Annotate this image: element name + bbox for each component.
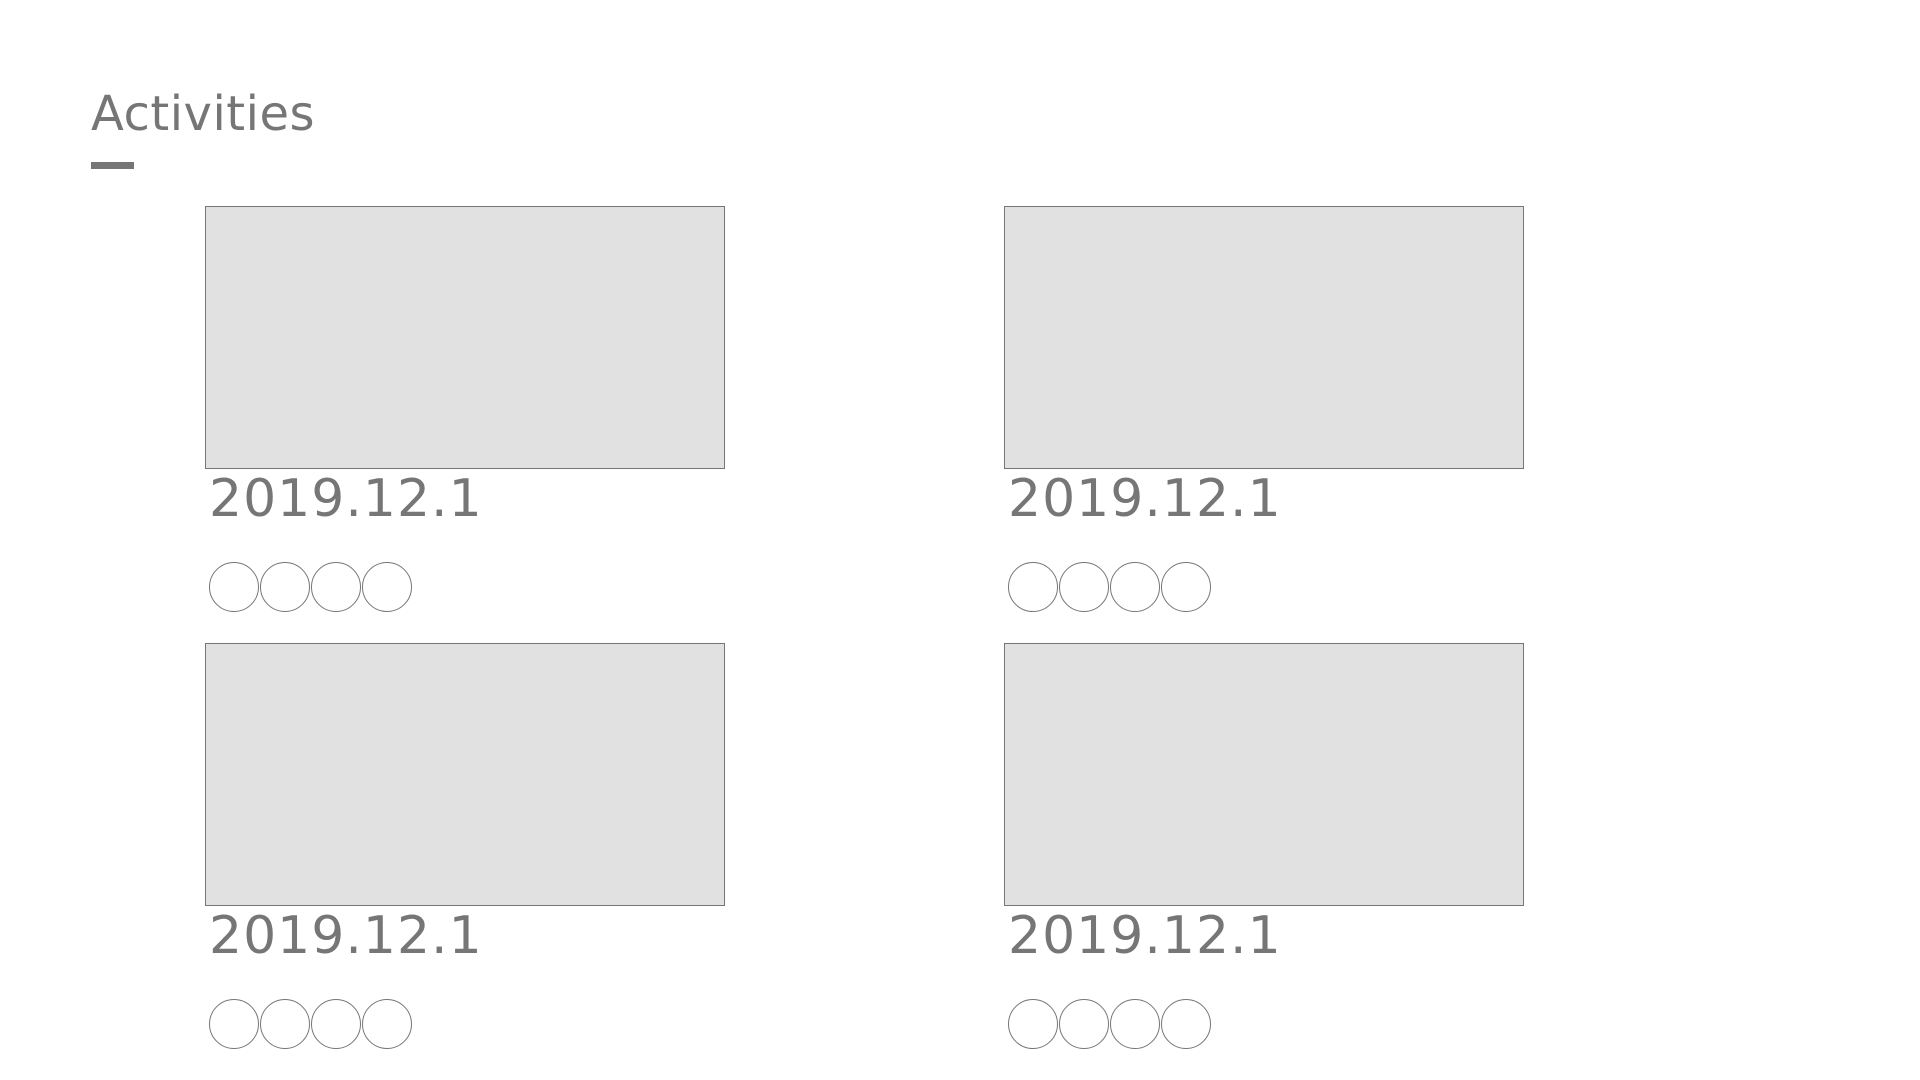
circle-icon [1161,562,1211,612]
circle-icon [260,999,310,1049]
activity-card[interactable]: 2019.12.1 [205,643,725,1063]
activity-date: 2019.12.1 [1008,469,1282,529]
title-underline [91,162,134,169]
activity-circles [209,562,412,612]
circle-icon [209,999,259,1049]
circle-icon [209,562,259,612]
activity-image-placeholder[interactable] [205,643,725,906]
circle-icon [1059,562,1109,612]
activity-card[interactable]: 2019.12.1 [1004,206,1524,626]
circle-icon [362,999,412,1049]
activity-image-placeholder[interactable] [1004,206,1524,469]
page-title: Activities [91,86,315,142]
circle-icon [1059,999,1109,1049]
activity-image-placeholder[interactable] [205,206,725,469]
activity-circles [1008,562,1211,612]
circle-icon [1008,999,1058,1049]
circle-icon [1110,562,1160,612]
circle-icon [311,999,361,1049]
activity-date: 2019.12.1 [209,906,483,966]
circle-icon [260,562,310,612]
activity-card[interactable]: 2019.12.1 [1004,643,1524,1063]
circle-icon [362,562,412,612]
activity-card[interactable]: 2019.12.1 [205,206,725,626]
activity-date: 2019.12.1 [209,469,483,529]
circle-icon [1161,999,1211,1049]
activity-circles [209,999,412,1049]
circle-icon [1008,562,1058,612]
circle-icon [311,562,361,612]
activity-circles [1008,999,1211,1049]
activity-image-placeholder[interactable] [1004,643,1524,906]
activity-date: 2019.12.1 [1008,906,1282,966]
circle-icon [1110,999,1160,1049]
